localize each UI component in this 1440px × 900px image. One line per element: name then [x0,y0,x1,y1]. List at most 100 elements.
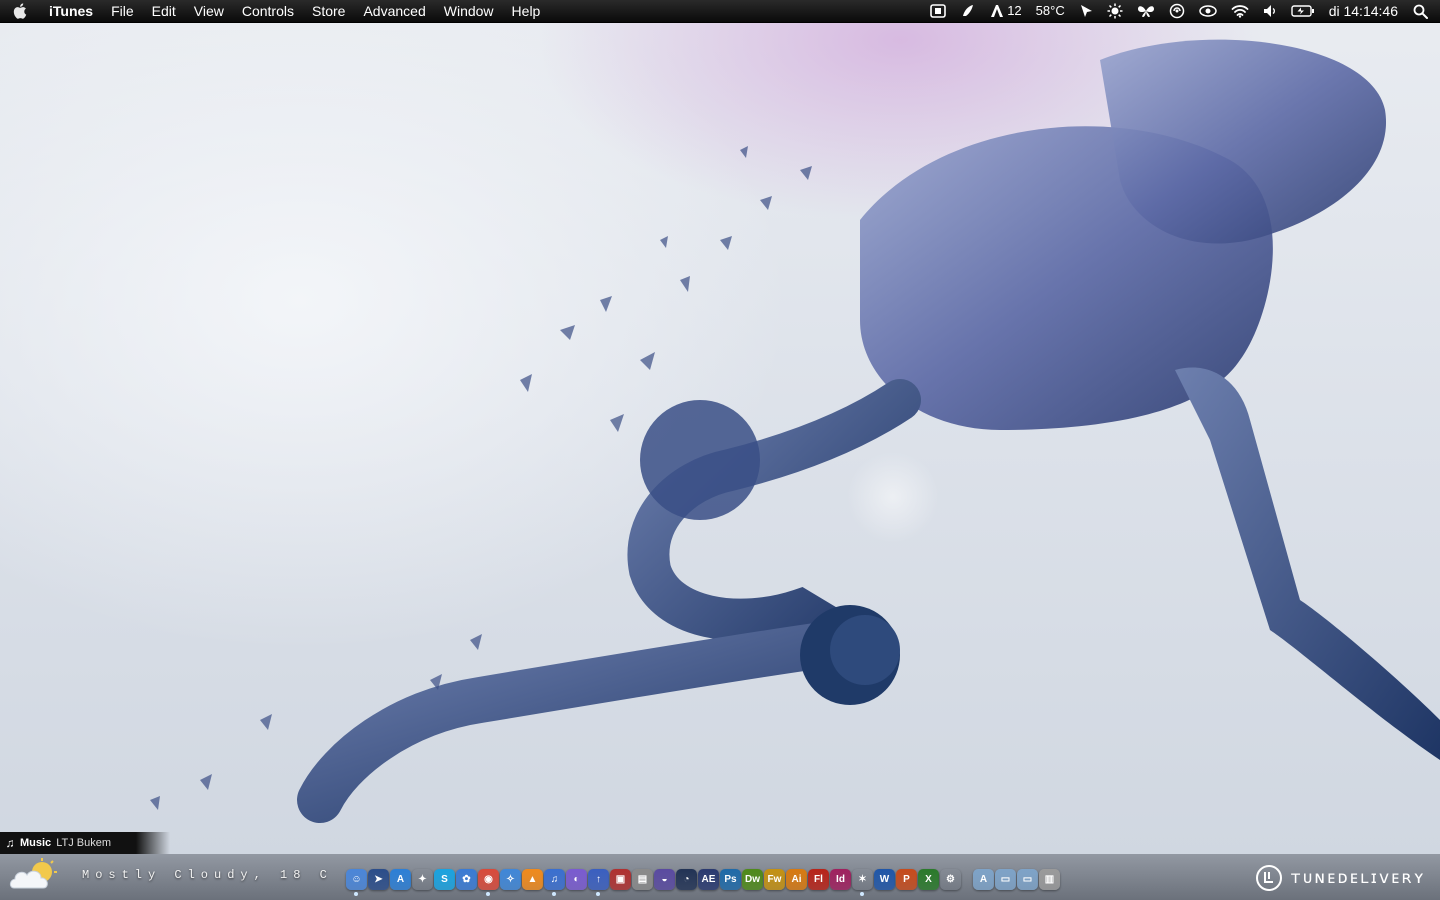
apple-logo-icon [13,3,27,19]
dock-indesign-icon[interactable]: Id [830,868,851,890]
dock-safari-glyph: ✧ [506,873,515,885]
menu-app-itunes[interactable]: iTunes [40,0,102,22]
dock-itunes-glyph: ♫ [550,873,559,885]
dock-after-effects-icon[interactable]: AE [698,868,719,890]
menu-store[interactable]: Store [303,0,354,22]
dock-flash-glyph: Fl [814,873,823,885]
eye-icon [1198,5,1217,17]
dock-trash-icon[interactable]: ▥ [1039,868,1060,890]
menubar-clock[interactable]: di 14:14:46 [1322,0,1405,22]
dock-vlc-icon[interactable]: ▲ [522,868,543,890]
dock-fireworks-icon[interactable]: Fw [764,868,785,890]
dock-photoshop-glyph: Ps [724,873,737,885]
dock-system-preferences-icon[interactable]: ⚙ [940,869,961,890]
dock-colloquy-icon[interactable]: ✿ [456,868,477,890]
dock-transmit-icon[interactable]: ↑ [588,868,609,896]
dock-finder-glyph: ☺ [351,873,362,885]
dock-powerpoint-glyph: P [903,873,910,885]
butterfly-icon [1137,6,1154,17]
menu-window[interactable]: Window [435,0,503,22]
tunedelivery-widget[interactable]: ᴛᴜɴᴇᴅᴇʟɪᴠᴇʀʏ [1255,864,1426,892]
dock-dashboard-icon[interactable]: ◒ [654,868,675,890]
dock-excel-icon[interactable]: X [918,868,939,890]
dock-sparkle-icon[interactable]: ✶ [852,869,873,896]
apple-menu[interactable] [0,0,40,22]
menu-help[interactable]: Help [503,0,550,22]
status-item-sync[interactable] [1162,0,1192,22]
status-item-brightness[interactable] [1100,0,1130,22]
dock-dreamweaver-icon[interactable]: Dw [742,868,763,890]
cpu-temperature[interactable]: 58°C [1029,0,1072,22]
dock-preview-glyph: ▤ [637,873,648,885]
battery-charging-icon [1291,5,1314,17]
dock-fireworks-glyph: Fw [767,873,782,885]
now-playing-artist: LTJ Bukem [56,837,111,849]
dock-photoshop-icon[interactable]: Ps [720,868,741,890]
running-indicator [486,891,490,896]
dock-illustrator-icon[interactable]: Ai [786,868,807,890]
dock-flash-icon[interactable]: Fl [808,868,829,890]
dock-downloads-folder-glyph: ▭ [1022,873,1033,885]
menu-edit[interactable]: Edit [143,0,185,22]
status-item-cursor[interactable] [1072,0,1100,22]
dock-applications-folder-glyph: A [979,873,988,885]
dock-preview-icon[interactable]: ▤ [632,868,653,890]
dock-word-icon[interactable]: W [874,868,895,890]
dock-time-machine-icon[interactable]: ◔ [676,868,697,890]
speaker-icon [1263,5,1275,17]
menu-controls[interactable]: Controls [233,0,303,22]
dock-chrome-glyph: ◉ [484,873,493,885]
dock-itunes-icon[interactable]: ♫ [544,868,565,896]
dock-powerpoint-icon[interactable]: P [896,868,917,890]
dock-colloquy-glyph: ✿ [462,873,471,885]
dock-skype-icon[interactable]: S [434,868,455,890]
dock-photo-booth-icon[interactable]: ▣ [610,868,631,890]
robot-artwork [150,39,1440,823]
running-indicator [552,891,556,896]
dock-illustrator-glyph: Ai [791,873,802,885]
sync-circle-icon [1169,3,1184,19]
tunedelivery-logo-text: ᴛᴜɴᴇᴅᴇʟɪᴠᴇʀʏ [1290,868,1426,888]
dock-cyberduck-icon[interactable]: ◐ [566,868,587,890]
dock-dreamweaver-glyph: Dw [745,873,760,885]
menu-view[interactable]: View [185,0,233,22]
dock-chrome-icon[interactable]: ◉ [478,868,499,896]
dock-dashboard-glyph: ◒ [661,873,668,885]
status-item-adobe-updates[interactable]: 12 [983,0,1028,22]
weather-widget[interactable]: Mostly Cloudy, 18 C [8,858,333,892]
spotlight-button[interactable] [1405,0,1440,22]
dock-app-store-icon[interactable]: A [390,868,411,890]
menu-advanced[interactable]: Advanced [354,0,434,22]
dock-after-effects-glyph: AE [701,873,716,885]
dock-documents-folder-icon[interactable]: ▭ [995,868,1016,890]
wifi-icon [1231,5,1249,18]
dock-indesign-glyph: Id [836,873,845,885]
dock-compass-icon[interactable]: ✦ [412,869,433,890]
status-item-bluetooth-transfer[interactable] [1130,0,1162,22]
growl-paw-icon [963,5,974,16]
display-icon [930,4,946,18]
music-note-icon: ♫ [5,836,15,850]
weather-condition: Mostly Cloudy, 18 C [82,868,333,882]
status-item-growl[interactable] [953,0,983,22]
status-item-eye[interactable] [1192,0,1224,22]
dock-system-preferences-glyph: ⚙ [946,873,955,885]
dock-word-glyph: W [879,873,890,885]
dock-safari-icon[interactable]: ✧ [500,868,521,890]
dock-documents-folder-glyph: ▭ [1000,873,1011,885]
dock-cursor-icon[interactable]: ➤ [368,868,389,890]
music-widget[interactable]: ♫ Music LTJ Bukem [0,832,170,854]
dock-downloads-folder-icon[interactable]: ▭ [1017,868,1038,890]
dock-trash-glyph: ▥ [1044,873,1055,885]
dock-applications-folder-icon[interactable]: A [973,868,994,890]
status-item-wifi[interactable] [1224,0,1256,22]
status-area: 12 58°C di 14:14:46 [923,0,1440,22]
dock-skype-glyph: S [441,873,448,885]
status-item-volume[interactable] [1256,0,1284,22]
status-item-display[interactable] [923,0,953,22]
dock-finder-icon[interactable]: ☺ [346,868,367,896]
dock-cursor-glyph: ➤ [374,873,383,885]
running-indicator [860,891,864,896]
menu-file[interactable]: File [102,0,143,22]
status-item-battery[interactable] [1284,0,1322,22]
